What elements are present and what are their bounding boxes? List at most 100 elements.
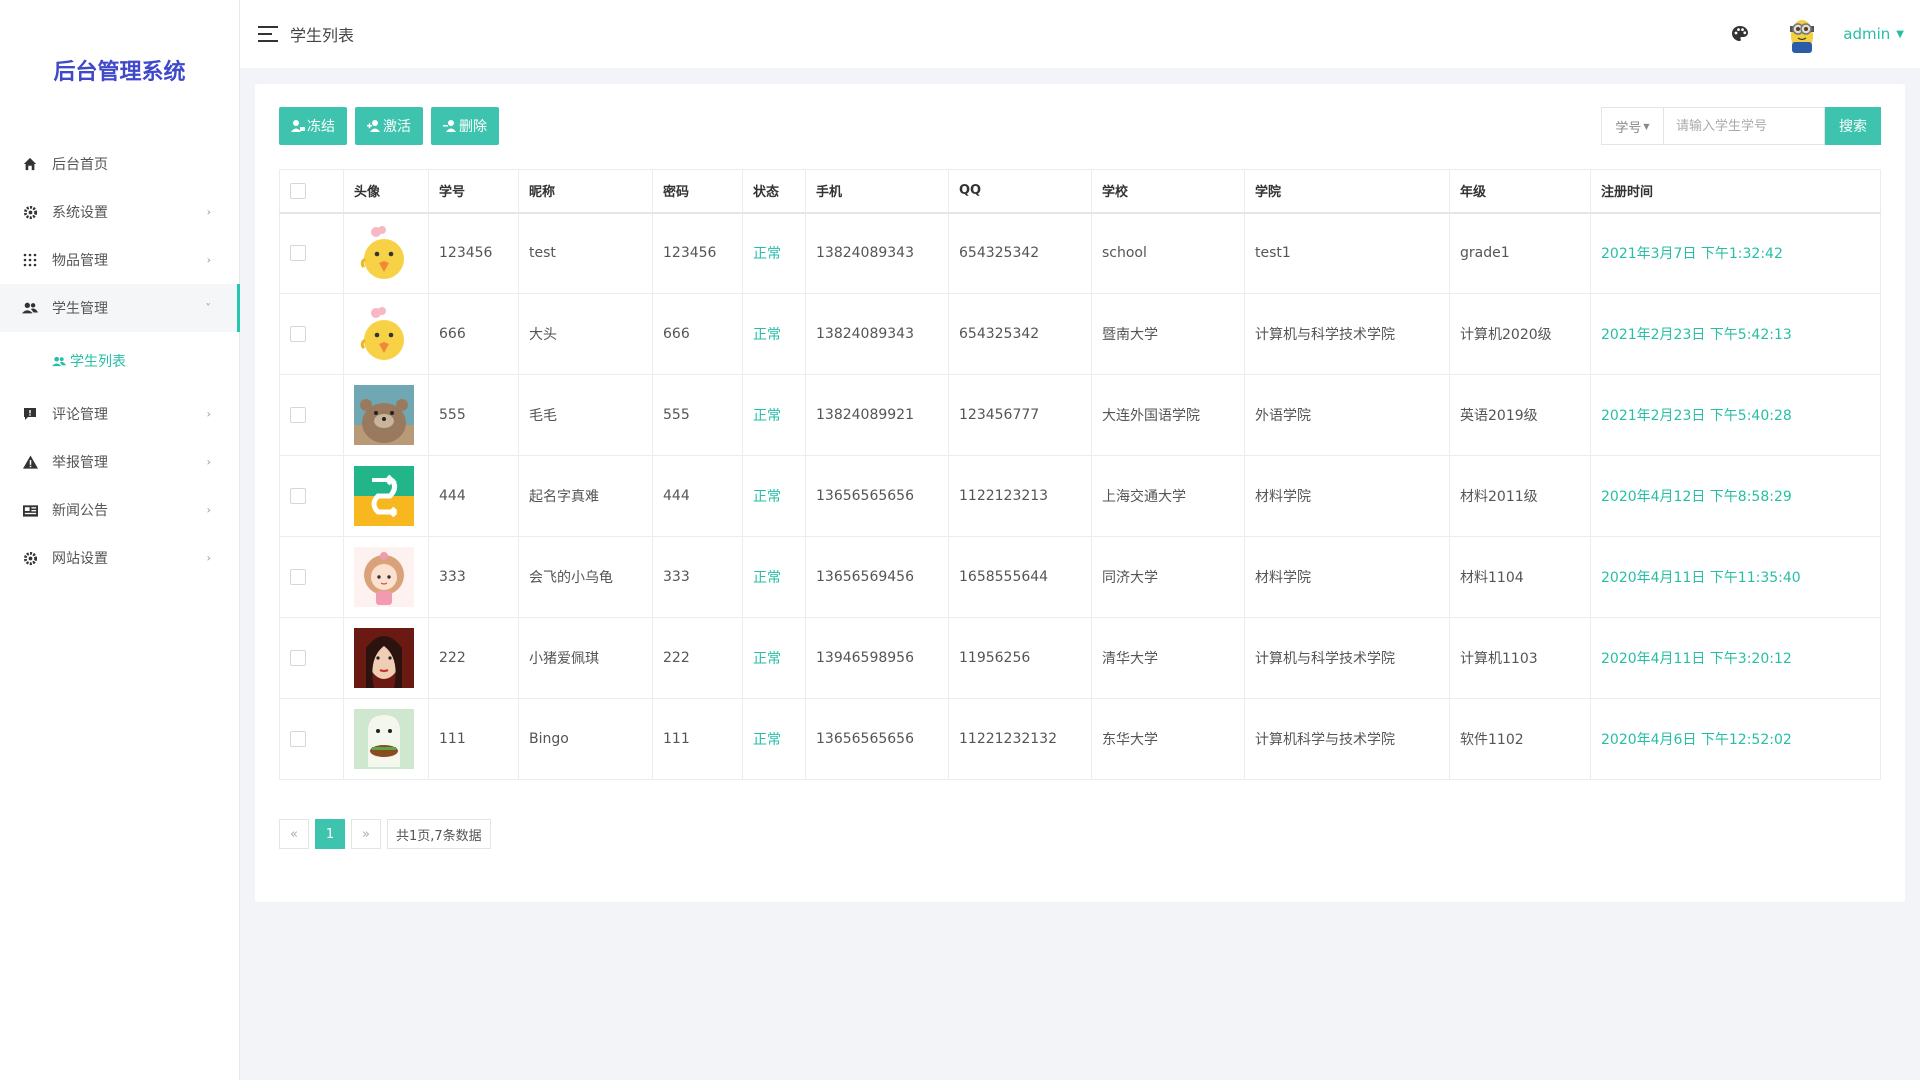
- row-checkbox[interactable]: [290, 731, 306, 747]
- avatar-bear: [354, 385, 414, 445]
- school-cell: school: [1091, 212, 1245, 294]
- chevron-right-icon: ›: [206, 253, 211, 267]
- row-select-cell: [279, 698, 344, 780]
- college-cell: 计算机与科学技术学院: [1244, 293, 1450, 375]
- sidebar-subitem-student-list[interactable]: 学生列表: [0, 332, 239, 390]
- qq-cell: 654325342: [948, 293, 1092, 375]
- activate-button-label: 激活: [383, 119, 411, 135]
- grade-cell: 材料2011级: [1449, 455, 1591, 537]
- table-row[interactable]: 444 起名字真难 444 正常 13656565656 1122123213 …: [279, 455, 1881, 537]
- school-cell: 东华大学: [1091, 698, 1245, 780]
- user-add-icon: [367, 120, 380, 132]
- pagination-info: 共1页,7条数据: [387, 819, 491, 849]
- school-cell: 清华大学: [1091, 617, 1245, 699]
- sidebar-item-system-settings[interactable]: 系统设置 ›: [0, 188, 239, 236]
- nick-cell: 毛毛: [518, 374, 653, 456]
- password-cell: 111: [652, 698, 743, 780]
- status-cell: 正常: [742, 212, 806, 294]
- news-icon: [22, 502, 38, 518]
- table-row[interactable]: 222 小猪爱佩琪 222 正常 13946598956 11956256 清华…: [279, 617, 1881, 699]
- sidebar-item-label: 举报管理: [52, 455, 108, 471]
- grade-cell: 计算机2020级: [1449, 293, 1591, 375]
- password-cell: 555: [652, 374, 743, 456]
- table-row[interactable]: 555 毛毛 555 正常 13824089921 123456777 大连外国…: [279, 374, 1881, 456]
- avatar-girl-cartoon: [354, 547, 414, 607]
- row-checkbox[interactable]: [290, 326, 306, 342]
- warning-icon: [22, 454, 38, 470]
- sidebar-item-items[interactable]: 物品管理 ›: [0, 236, 239, 284]
- sidebar-item-comments[interactable]: 评论管理 ›: [0, 390, 239, 438]
- freeze-button[interactable]: 冻结: [279, 107, 347, 145]
- phone-cell: 13656565656: [805, 455, 949, 537]
- activate-button[interactable]: 激活: [355, 107, 423, 145]
- chevron-down-icon: ˅: [205, 301, 212, 315]
- phone-cell: 13946598956: [805, 617, 949, 699]
- qq-cell: 654325342: [948, 212, 1092, 294]
- page-button-current[interactable]: 1: [315, 819, 345, 849]
- table-row[interactable]: 111 Bingo 111 正常 13656565656 11221232132…: [279, 698, 1881, 780]
- phone-cell: 13824089343: [805, 293, 949, 375]
- sidebar-item-site-settings[interactable]: 网站设置 ›: [0, 534, 239, 582]
- header-grade: 年级: [1449, 169, 1591, 214]
- nick-cell: 起名字真难: [518, 455, 653, 537]
- row-checkbox[interactable]: [290, 488, 306, 504]
- sidebar-item-reports[interactable]: 举报管理 ›: [0, 438, 239, 486]
- school-cell: 暨南大学: [1091, 293, 1245, 375]
- palette-icon[interactable]: [1731, 25, 1749, 43]
- delete-button[interactable]: 删除: [431, 107, 499, 145]
- id-cell: 444: [428, 455, 519, 537]
- header-college: 学院: [1244, 169, 1450, 214]
- freeze-button-label: 冻结: [307, 119, 335, 135]
- avatar-portrait: [354, 628, 414, 688]
- row-checkbox[interactable]: [290, 569, 306, 585]
- pagination: « 1 » 共1页,7条数据: [279, 819, 491, 849]
- caret-down-icon[interactable]: ▼: [1896, 29, 1904, 40]
- search-button[interactable]: 搜索: [1825, 107, 1881, 145]
- school-cell: 大连外国语学院: [1091, 374, 1245, 456]
- menu-toggle-icon[interactable]: [258, 26, 278, 42]
- header-school: 学校: [1091, 169, 1245, 214]
- row-checkbox[interactable]: [290, 407, 306, 423]
- register-time-cell: 2020年4月6日 下午12:52:02: [1590, 698, 1881, 780]
- select-all-checkbox[interactable]: [290, 182, 306, 199]
- password-cell: 123456: [652, 212, 743, 294]
- register-time-cell: 2021年3月7日 下午1:32:42: [1590, 212, 1881, 294]
- user-avatar[interactable]: [1785, 14, 1819, 54]
- qq-cell: 1122123213: [948, 455, 1092, 537]
- avatar-cell: [343, 374, 429, 456]
- table-row[interactable]: 666 大头 666 正常 13824089343 654325342 暨南大学…: [279, 293, 1881, 375]
- chevron-right-icon: ›: [206, 551, 211, 565]
- header-nick: 昵称: [518, 169, 653, 214]
- avatar-swap: [354, 466, 414, 526]
- row-select-cell: [279, 617, 344, 699]
- sidebar-item-news[interactable]: 新闻公告 ›: [0, 486, 239, 534]
- grade-cell: 英语2019级: [1449, 374, 1591, 456]
- table-row[interactable]: 123456 test 123456 正常 13824089343 654325…: [279, 212, 1881, 294]
- table-header-row: 头像 学号 昵称 密码 状态 手机 QQ 学校 学院 年级 注册时间: [279, 169, 1881, 214]
- status-cell: 正常: [742, 617, 806, 699]
- status-cell: 正常: [742, 455, 806, 537]
- table-row[interactable]: 333 会飞的小乌龟 333 正常 13656569456 1658555644…: [279, 536, 1881, 618]
- status-cell: 正常: [742, 293, 806, 375]
- chevron-right-icon: ›: [206, 503, 211, 517]
- id-cell: 111: [428, 698, 519, 780]
- user-lock-icon: [291, 120, 305, 132]
- sidebar-item-home[interactable]: 后台首页: [0, 140, 239, 188]
- chevron-right-icon: ›: [206, 455, 211, 469]
- select-all-cell: [279, 169, 344, 214]
- user-name[interactable]: admin: [1843, 25, 1890, 43]
- search-field-select[interactable]: 学号 ▼: [1601, 107, 1663, 145]
- row-checkbox[interactable]: [290, 650, 306, 666]
- chevron-right-icon: ›: [206, 407, 211, 421]
- sidebar-menu: 后台首页 系统设置 › 物品管理 › 学生管理 ˅ 学生列表 评论管理 › 举报…: [0, 140, 240, 582]
- prev-page-button[interactable]: «: [279, 819, 309, 849]
- search-input[interactable]: [1663, 107, 1825, 145]
- sidebar-item-students[interactable]: 学生管理 ˅: [0, 284, 240, 332]
- status-cell: 正常: [742, 374, 806, 456]
- next-page-button[interactable]: »: [351, 819, 381, 849]
- row-checkbox[interactable]: [290, 245, 306, 262]
- college-cell: 计算机科学与技术学院: [1244, 698, 1450, 780]
- grid-icon: [22, 252, 38, 268]
- header-password: 密码: [652, 169, 743, 214]
- nick-cell: 大头: [518, 293, 653, 375]
